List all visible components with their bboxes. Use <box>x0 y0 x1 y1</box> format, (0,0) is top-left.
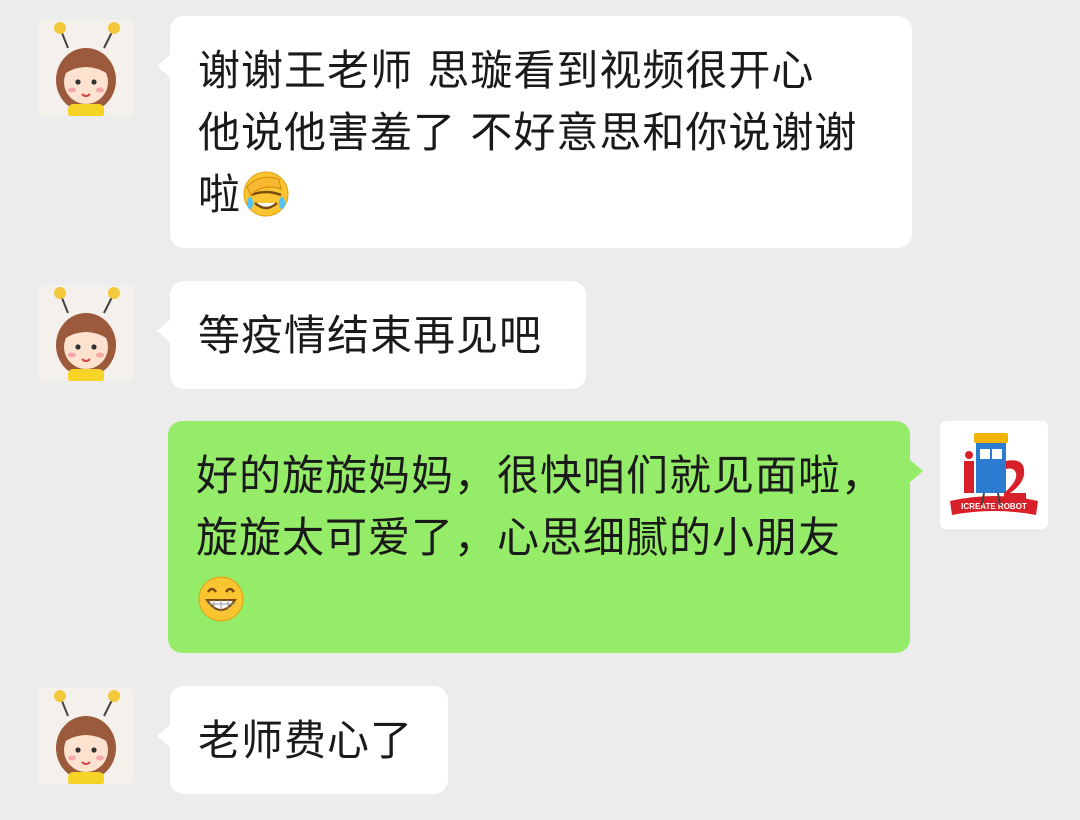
message-text-line: 谢谢王老师 思璇看到视频很开心 <box>198 46 815 95</box>
icreate-robot-logo-icon: ICREATE ROBOT <box>940 421 1048 529</box>
message-bubble-incoming[interactable]: 谢谢王老师 思璇看到视频很开心 他说他害羞了 不好意思和你说谢谢 啦 <box>157 16 912 248</box>
girl-avatar-icon <box>38 20 134 116</box>
message-text-line: 好的旋旋妈妈，很快咱们就见面啦， <box>196 451 885 500</box>
self-avatar[interactable]: ICREATE ROBOT <box>940 421 1048 529</box>
girl-avatar-icon <box>38 285 134 381</box>
message-bubble-incoming[interactable]: 等疫情结束再见吧 <box>157 281 586 389</box>
message-bubble-incoming[interactable]: 老师费心了 <box>157 686 448 794</box>
message-text-line: 他说他害羞了 不好意思和你说谢谢 <box>198 108 858 157</box>
message-text: 啦 <box>198 170 242 219</box>
contact-avatar[interactable] <box>38 688 134 784</box>
message-text-line <box>196 569 884 631</box>
logo-text: ICREATE ROBOT <box>961 502 1027 511</box>
face-palm-crying-emoji-icon <box>241 169 291 219</box>
message-text-line: 等疫情结束再见吧 <box>198 311 543 360</box>
contact-avatar[interactable] <box>38 285 134 381</box>
message-bubble-outgoing[interactable]: 好的旋旋妈妈，很快咱们就见面啦， 旋旋太可爱了，心思细腻的小朋友 <box>168 421 923 653</box>
message-text-line: 旋旋太可爱了，心思细腻的小朋友 <box>196 513 842 562</box>
grinning-face-emoji-icon <box>196 574 246 624</box>
message-text-line: 啦 <box>198 164 886 226</box>
girl-avatar-icon <box>38 688 134 784</box>
contact-avatar[interactable] <box>38 20 134 116</box>
message-text-line: 老师费心了 <box>198 716 414 765</box>
